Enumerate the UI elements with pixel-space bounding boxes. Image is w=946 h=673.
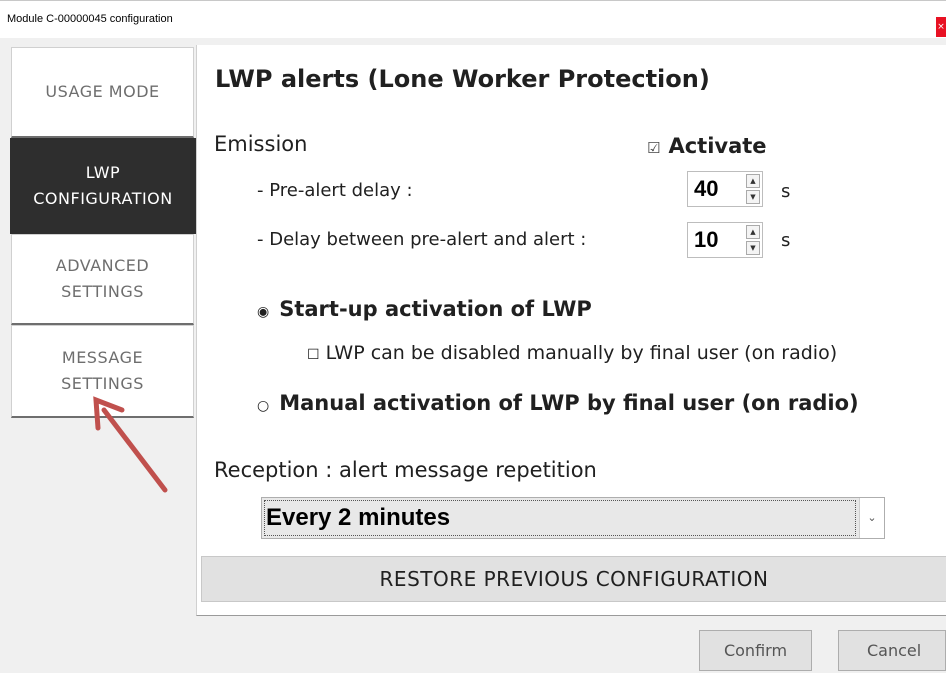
disable-manually-label: LWP can be disabled manually by final us… (325, 342, 838, 364)
between-delay-value: 10 (694, 227, 719, 252)
checkbox-checked-icon: ☑ (647, 139, 661, 157)
startup-activation-label: Start-up activation of LWP (279, 297, 592, 321)
stepper-down-icon[interactable]: ▼ (746, 241, 760, 255)
window-title: Module C-00000045 configuration (7, 13, 173, 25)
repetition-selected-value: Every 2 minutes (266, 504, 451, 531)
stepper-up-icon[interactable]: ▲ (746, 174, 760, 188)
stepper-down-icon[interactable]: ▼ (746, 190, 760, 204)
title-bar: Module C-00000045 configuration × (0, 0, 946, 38)
pre-alert-unit: s (781, 181, 791, 202)
disable-manually-checkbox[interactable]: ☐ LWP can be disabled manually by final u… (307, 342, 837, 364)
sidebar-item-lwp-configuration[interactable]: LWP CONFIGURATION (10, 138, 196, 234)
pre-alert-delay-value: 40 (694, 176, 719, 201)
emission-label: Emission (214, 132, 308, 156)
sidebar-item-label: USAGE MODE (45, 82, 160, 101)
sidebar-item-message-settings[interactable]: MESSAGE SETTINGS (11, 325, 194, 418)
activate-checkbox[interactable]: ☑ Activate (647, 134, 767, 158)
close-button[interactable]: × (936, 17, 946, 37)
stepper-up-icon[interactable]: ▲ (746, 225, 760, 239)
pre-alert-delay-stepper[interactable]: 40 ▲ ▼ (687, 171, 763, 207)
sidebar-item-usage-mode[interactable]: USAGE MODE (11, 47, 194, 138)
lwp-configuration-panel: LWP alerts (Lone Worker Protection) Emis… (196, 45, 946, 616)
sidebar: USAGE MODE LWP CONFIGURATION ADVANCED SE… (0, 45, 196, 615)
sidebar-item-label: LWP CONFIGURATION (33, 162, 173, 208)
checkbox-unchecked-icon: ☐ (307, 347, 320, 363)
sidebar-item-label: ADVANCED SETTINGS (55, 256, 150, 301)
startup-activation-radio[interactable]: ◉ Start-up activation of LWP (257, 297, 592, 321)
chevron-down-icon[interactable]: ⌄ (859, 498, 884, 538)
radio-unselected-icon: ○ (257, 398, 270, 414)
radio-selected-icon: ◉ (257, 304, 270, 320)
pre-alert-delay-label: - Pre-alert delay : (257, 180, 413, 201)
configuration-window: Module C-00000045 configuration × USAGE … (0, 0, 946, 673)
page-title: LWP alerts (Lone Worker Protection) (215, 65, 710, 93)
activate-label: Activate (668, 134, 767, 158)
between-delay-stepper[interactable]: 10 ▲ ▼ (687, 222, 763, 258)
sidebar-item-advanced-settings[interactable]: ADVANCED SETTINGS (11, 234, 194, 325)
manual-activation-label: Manual activation of LWP by final user (… (279, 391, 859, 415)
cancel-button[interactable]: Cancel (838, 630, 946, 671)
confirm-button[interactable]: Confirm (699, 630, 812, 671)
sidebar-item-label: MESSAGE SETTINGS (61, 348, 144, 393)
between-delay-label: - Delay between pre-alert and alert : (257, 229, 587, 250)
reception-label: Reception : alert message repetition (214, 458, 597, 482)
between-unit: s (781, 230, 791, 251)
repetition-select[interactable]: Every 2 minutes ⌄ (261, 497, 885, 539)
restore-previous-configuration-button[interactable]: RESTORE PREVIOUS CONFIGURATION (201, 556, 946, 602)
manual-activation-radio[interactable]: ○ Manual activation of LWP by final user … (257, 391, 859, 415)
